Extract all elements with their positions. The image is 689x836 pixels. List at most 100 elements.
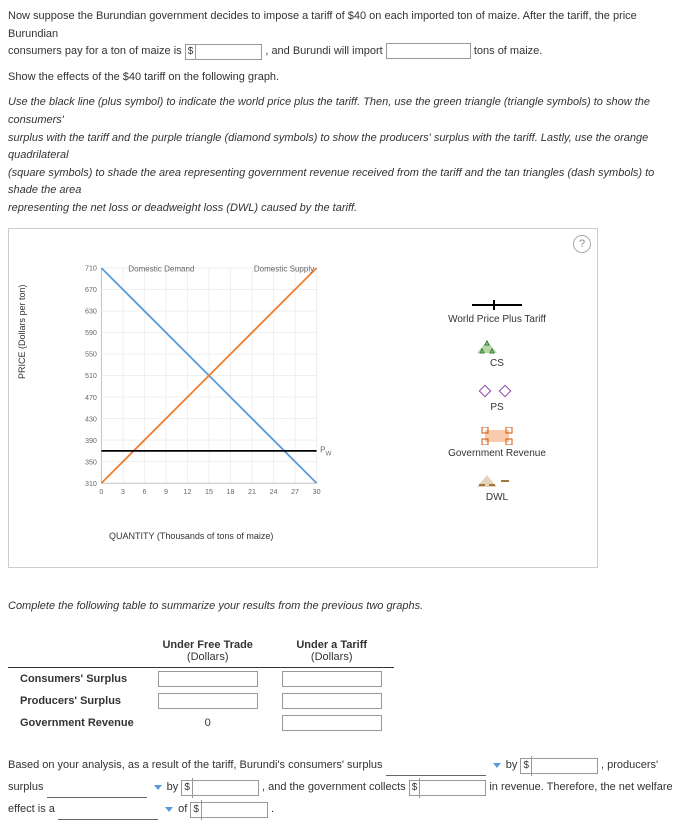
svg-text:590: 590 — [85, 329, 97, 337]
svg-text:670: 670 — [85, 286, 97, 294]
svg-text:27: 27 — [291, 487, 299, 495]
svg-text:470: 470 — [85, 393, 97, 401]
diamond-icon — [477, 383, 517, 399]
instr-l4: representing the net loss or deadweight … — [8, 202, 357, 214]
intro-line2: Show the effects of the $40 tariff on th… — [8, 69, 681, 87]
x-ticks: 0 3 6 9 12 15 18 21 24 27 30 — [99, 487, 320, 495]
row-cs-label: Consumers' Surplus — [8, 668, 146, 691]
legend-gr-label: Government Revenue — [448, 448, 546, 459]
chevron-down-icon — [154, 785, 162, 790]
price-input[interactable] — [196, 45, 261, 59]
legend-gr[interactable]: Government Revenue — [417, 427, 577, 459]
conclusion: Based on your analysis, as a result of t… — [8, 754, 681, 820]
x-axis-label: QUANTITY (Thousands of tons of maize) — [109, 531, 273, 541]
demand-label: Domestic Demand — [128, 264, 194, 273]
gr-free-value: 0 — [146, 712, 270, 734]
svg-text:550: 550 — [85, 350, 97, 358]
legend-dwl[interactable]: DWL — [417, 473, 577, 503]
results-table: Under Free Trade(Dollars) Under a Tariff… — [8, 635, 681, 734]
row-ps-label: Producers' Surplus — [8, 690, 146, 712]
svg-text:24: 24 — [270, 487, 278, 495]
instr-l3: (square symbols) to shade the area repre… — [8, 167, 654, 197]
legend-ps-label: PS — [490, 402, 503, 413]
intro-paragraph: Now suppose the Burundian government dec… — [8, 8, 681, 61]
plus-line-icon — [472, 299, 522, 311]
legend-ps[interactable]: PS — [417, 383, 577, 413]
triangle-icon — [477, 339, 517, 355]
intro-text-1a: Now suppose the Burundian government dec… — [8, 10, 637, 40]
svg-text:430: 430 — [85, 415, 97, 423]
y-ticks: 310 350 390 430 470 510 550 590 630 670 … — [85, 264, 97, 487]
price-input-wrap: $ — [185, 44, 263, 60]
legend-cs-label: CS — [490, 358, 504, 369]
conc-d: by — [167, 781, 179, 793]
conc-b: by — [506, 759, 518, 771]
ps-tariff-input[interactable] — [282, 693, 382, 709]
dash-icon — [477, 473, 517, 489]
cs-change-input[interactable] — [532, 759, 597, 773]
svg-text:6: 6 — [142, 487, 146, 495]
svg-text:310: 310 — [85, 479, 97, 487]
svg-text:630: 630 — [85, 307, 97, 315]
table-row: Producers' Surplus — [8, 690, 394, 712]
legend-wpt-label: World Price Plus Tariff — [448, 314, 546, 325]
square-icon — [477, 427, 517, 445]
legend-wpt[interactable]: World Price Plus Tariff — [417, 299, 577, 325]
cs-free-input[interactable] — [158, 671, 258, 687]
svg-text:12: 12 — [183, 487, 191, 495]
svg-text:15: 15 — [205, 487, 213, 495]
ps-change-input-wrap: $ — [181, 780, 259, 796]
help-button[interactable]: ? — [573, 235, 591, 253]
svg-text:510: 510 — [85, 372, 97, 380]
dropdown-welfare[interactable] — [161, 807, 175, 812]
instructions: Use the black line (plus symbol) to indi… — [8, 94, 681, 217]
dollar-prefix: $ — [521, 756, 532, 776]
import-quantity-input[interactable] — [386, 43, 471, 59]
ps-change-input[interactable] — [193, 781, 258, 795]
intro-text-1d: tons of maize. — [474, 45, 542, 57]
conc-h: . — [271, 803, 274, 815]
legend-cs[interactable]: CS — [417, 339, 577, 369]
svg-text:350: 350 — [85, 458, 97, 466]
intro-text-1b: consumers pay for a ton of maize is — [8, 45, 182, 57]
supply-label: Domestic Supply — [254, 264, 314, 273]
blank-1 — [386, 764, 486, 776]
y-axis-label: PRICE (Dollars per ton) — [17, 284, 27, 379]
welfare-input-wrap: $ — [190, 802, 268, 818]
svg-text:3: 3 — [121, 487, 125, 495]
help-icon: ? — [579, 238, 585, 250]
gov-rev-input-wrap: $ — [409, 780, 487, 796]
cs-tariff-input[interactable] — [282, 671, 382, 687]
chevron-down-icon — [165, 807, 173, 812]
col-free-trade: Under Free Trade(Dollars) — [146, 635, 270, 668]
ps-free-input[interactable] — [158, 693, 258, 709]
chart-area[interactable]: 310 350 390 430 470 510 550 590 630 670 … — [59, 259, 359, 519]
blank-2 — [47, 786, 147, 798]
dollar-prefix: $ — [410, 778, 421, 798]
instr-l2: surplus with the tariff and the purple t… — [8, 132, 648, 162]
gr-tariff-input[interactable] — [282, 715, 382, 731]
intro-text-1c: , and Burundi will import — [265, 45, 382, 57]
svg-text:390: 390 — [85, 436, 97, 444]
col-tariff: Under a Tariff(Dollars) — [270, 635, 394, 668]
svg-text:18: 18 — [227, 487, 235, 495]
conc-e: , and the government collects — [262, 781, 406, 793]
conc-a: Based on your analysis, as a result of t… — [8, 759, 383, 771]
gov-rev-input[interactable] — [420, 781, 485, 795]
table-prompt: Complete the following table to summariz… — [8, 598, 681, 616]
legend-dwl-label: DWL — [486, 492, 508, 503]
chart-svg: 310 350 390 430 470 510 550 590 630 670 … — [59, 259, 359, 519]
welfare-input[interactable] — [202, 803, 267, 817]
pw-label: PW — [320, 445, 331, 457]
dropdown-cs-direction[interactable] — [489, 763, 503, 768]
dollar-prefix: $ — [186, 44, 197, 60]
svg-text:710: 710 — [85, 264, 97, 272]
cs-change-input-wrap: $ — [520, 758, 598, 774]
svg-text:0: 0 — [99, 487, 103, 495]
svg-text:21: 21 — [248, 487, 256, 495]
instr-l1: Use the black line (plus symbol) to indi… — [8, 96, 650, 126]
conc-g: of — [178, 803, 187, 815]
dollar-prefix: $ — [182, 778, 193, 798]
dropdown-ps-direction[interactable] — [150, 785, 164, 790]
graph-panel: ? PRICE (Dollars per ton) QUANTITY (Thou… — [8, 228, 598, 568]
